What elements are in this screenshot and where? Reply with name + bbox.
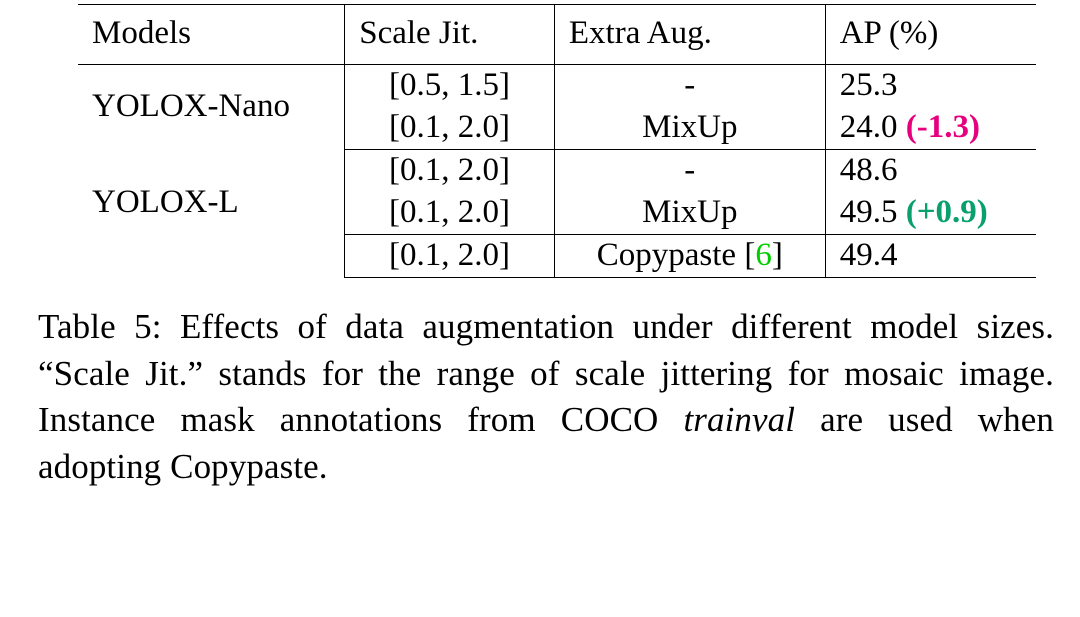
- cell-ap: 49.4: [825, 235, 1036, 278]
- header-extra-aug: Extra Aug.: [554, 5, 825, 65]
- cell-model-name: YOLOX-L: [78, 150, 345, 278]
- header-models: Models: [78, 5, 345, 65]
- table-row: YOLOX-Nano [0.5, 1.5] - 25.3: [78, 65, 1036, 108]
- header-scale-jit: Scale Jit.: [345, 5, 555, 65]
- augmentation-table: Models Scale Jit. Extra Aug. AP (%) YOLO…: [78, 4, 1036, 278]
- citation-number: 6: [755, 237, 772, 273]
- extra-aug-text: Copypaste [: [597, 237, 756, 273]
- cell-model-name: YOLOX-Nano: [78, 65, 345, 150]
- table-header: Models Scale Jit. Extra Aug. AP (%): [78, 5, 1036, 65]
- cell-scale-jit: [0.1, 2.0]: [345, 235, 555, 278]
- cell-extra-aug: MixUp: [554, 107, 825, 150]
- caption-italic: trainval: [683, 400, 795, 439]
- cell-extra-aug: -: [554, 150, 825, 193]
- cell-ap: 48.6: [825, 150, 1036, 193]
- table-caption: Table 5: Effects of data augmentation un…: [38, 304, 1054, 490]
- ap-value: 49.5: [840, 194, 898, 230]
- cell-scale-jit: [0.5, 1.5]: [345, 65, 555, 108]
- cell-extra-aug: Copypaste [6]: [554, 235, 825, 278]
- cell-scale-jit: [0.1, 2.0]: [345, 192, 555, 235]
- ap-value: 49.4: [840, 237, 898, 273]
- ap-value: 48.6: [840, 152, 898, 188]
- ap-delta: (+0.9): [906, 194, 988, 230]
- cell-extra-aug: -: [554, 65, 825, 108]
- cell-ap: 49.5 (+0.9): [825, 192, 1036, 235]
- cell-scale-jit: [0.1, 2.0]: [345, 107, 555, 150]
- ap-delta: (-1.3): [906, 109, 980, 145]
- cell-ap: 24.0 (-1.3): [825, 107, 1036, 150]
- ap-value: 25.3: [840, 67, 898, 103]
- ap-value: 24.0: [840, 109, 898, 145]
- table-row: YOLOX-L [0.1, 2.0] - 48.6: [78, 150, 1036, 193]
- cell-extra-aug: MixUp: [554, 192, 825, 235]
- extra-aug-text: ]: [772, 237, 783, 273]
- cell-ap: 25.3: [825, 65, 1036, 108]
- cell-scale-jit: [0.1, 2.0]: [345, 150, 555, 193]
- header-ap: AP (%): [825, 5, 1036, 65]
